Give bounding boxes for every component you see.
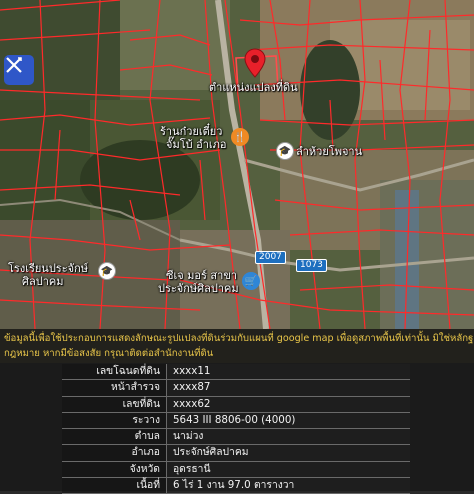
mart-label-line2: ประจักษ์ศิลปาคม — [158, 282, 239, 295]
table-row: เลขโฉนดที่ดิน xxxx11 — [62, 364, 410, 381]
table-row: ตำบล นาม่วง — [62, 428, 410, 446]
land-info-panel: ข้อมูลนี้เพื่อใช้ประกอบการแสดงลักษณะรูปแ… — [0, 329, 474, 494]
row-value: xxxx11 — [166, 364, 410, 381]
table-row: จังหวัด อุดรธานี — [62, 461, 410, 479]
table-row: เนื้อที่ 6 ไร่ 1 งาน 97.0 ตารางวา — [62, 477, 410, 494]
draw-tool-glyph — [6, 57, 22, 73]
shopping-cart-icon[interactable]: 🛒 — [242, 272, 260, 290]
row-value: xxxx62 — [166, 396, 410, 413]
row-value: 5643 III 8806-00 (4000) — [166, 412, 410, 430]
row-key: หน้าสำรวจ — [62, 379, 167, 397]
table-row: ระวาง 5643 III 8806-00 (4000) — [62, 412, 410, 430]
graduation-cap-icon[interactable]: 🎓 — [98, 262, 116, 280]
notice-line-2: กฎหมาย หากมีข้อสงสัย กรุณาติดต่อสำนักงาน… — [4, 348, 214, 359]
row-value: ประจักษ์ศิลปาคม — [166, 444, 410, 462]
row-key: อำเภอ — [62, 444, 167, 462]
row-key: เลขที่ดิน — [62, 396, 167, 413]
route-shield: 1073 — [296, 259, 327, 272]
table-row: หน้าสำรวจ xxxx87 — [62, 379, 410, 397]
ruler-pencil-icon[interactable] — [4, 55, 34, 85]
row-value: อุดรธานี — [166, 461, 410, 479]
row-key: จังหวัด — [62, 461, 167, 479]
route-shield: 2007 — [255, 251, 286, 264]
row-key: ตำบล — [62, 428, 167, 446]
table-row: เลขที่ดิน xxxx62 — [62, 396, 410, 413]
school-label-line1: โรงเรียนประจักษ์ — [8, 262, 88, 275]
table-row: อำเภอ ประจักษ์ศิลปาคม — [62, 444, 410, 462]
graduation-cap-icon[interactable]: 🎓 — [276, 142, 294, 160]
row-value: xxxx87 — [166, 379, 410, 397]
mart-label-line1: ซีเจ มอร์ สาขา — [166, 269, 238, 282]
school-label-line2: ศิลปาคม — [22, 275, 64, 288]
noodle-shop-label-line1: ร้านก๋วยเตี๋ยว — [160, 125, 223, 138]
lamhuai-label: ลำห้วยโพจาน — [296, 145, 363, 158]
notice-line-1: ข้อมูลนี้เพื่อใช้ประกอบการแสดงลักษณะรูปแ… — [4, 333, 474, 344]
row-value: นาม่วง — [166, 428, 410, 446]
row-key: ระวาง — [62, 412, 167, 430]
row-key: เนื้อที่ — [62, 477, 167, 494]
location-pin-icon[interactable] — [244, 48, 266, 78]
fork-knife-icon[interactable]: 🍴 — [231, 128, 249, 146]
satellite-map[interactable]: ตำแหน่งแปลงที่ดิน 🍴 ร้านก๋วยเตี๋ยว จั๊มโ… — [0, 0, 474, 329]
disclaimer-notice: ข้อมูลนี้เพื่อใช้ประกอบการแสดงลักษณะรูปแ… — [0, 329, 474, 363]
land-info-table: เลขโฉนดที่ดิน xxxx11 หน้าสำรวจ xxxx87 เลขท… — [62, 364, 410, 494]
row-key: เลขโฉนดที่ดิน — [62, 364, 167, 381]
parcel-location-label: ตำแหน่งแปลงที่ดิน — [209, 81, 298, 94]
noodle-shop-label-line2: จั๊มโบ้ อำเภอ — [166, 138, 227, 151]
row-value: 6 ไร่ 1 งาน 97.0 ตารางวา — [166, 477, 410, 494]
